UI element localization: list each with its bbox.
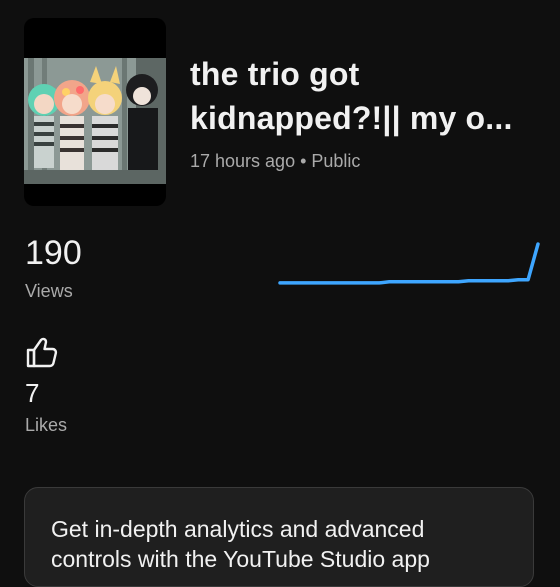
- promo-text: Get in-depth analytics and advanced cont…: [51, 516, 430, 572]
- views-trend-line: [278, 242, 540, 285]
- video-title[interactable]: the trio got kidnapped?!|| my o...: [190, 52, 540, 140]
- video-thumbnail[interactable]: [24, 18, 166, 206]
- likes-count: 7: [25, 378, 40, 408]
- video-meta: 17 hours ago • Public: [190, 151, 360, 172]
- thumbnail-image: [24, 58, 166, 184]
- studio-app-promo-card[interactable]: Get in-depth analytics and advanced cont…: [24, 487, 534, 587]
- meta-separator: •: [300, 151, 307, 171]
- video-age: 17 hours ago: [190, 151, 296, 171]
- thumbs-up-icon: [26, 337, 58, 368]
- likes-label: Likes: [25, 415, 68, 435]
- views-sparkline: [278, 242, 540, 285]
- views-count: 190: [25, 234, 82, 272]
- views-label: Views: [25, 281, 73, 301]
- visibility-status: Public: [311, 151, 361, 171]
